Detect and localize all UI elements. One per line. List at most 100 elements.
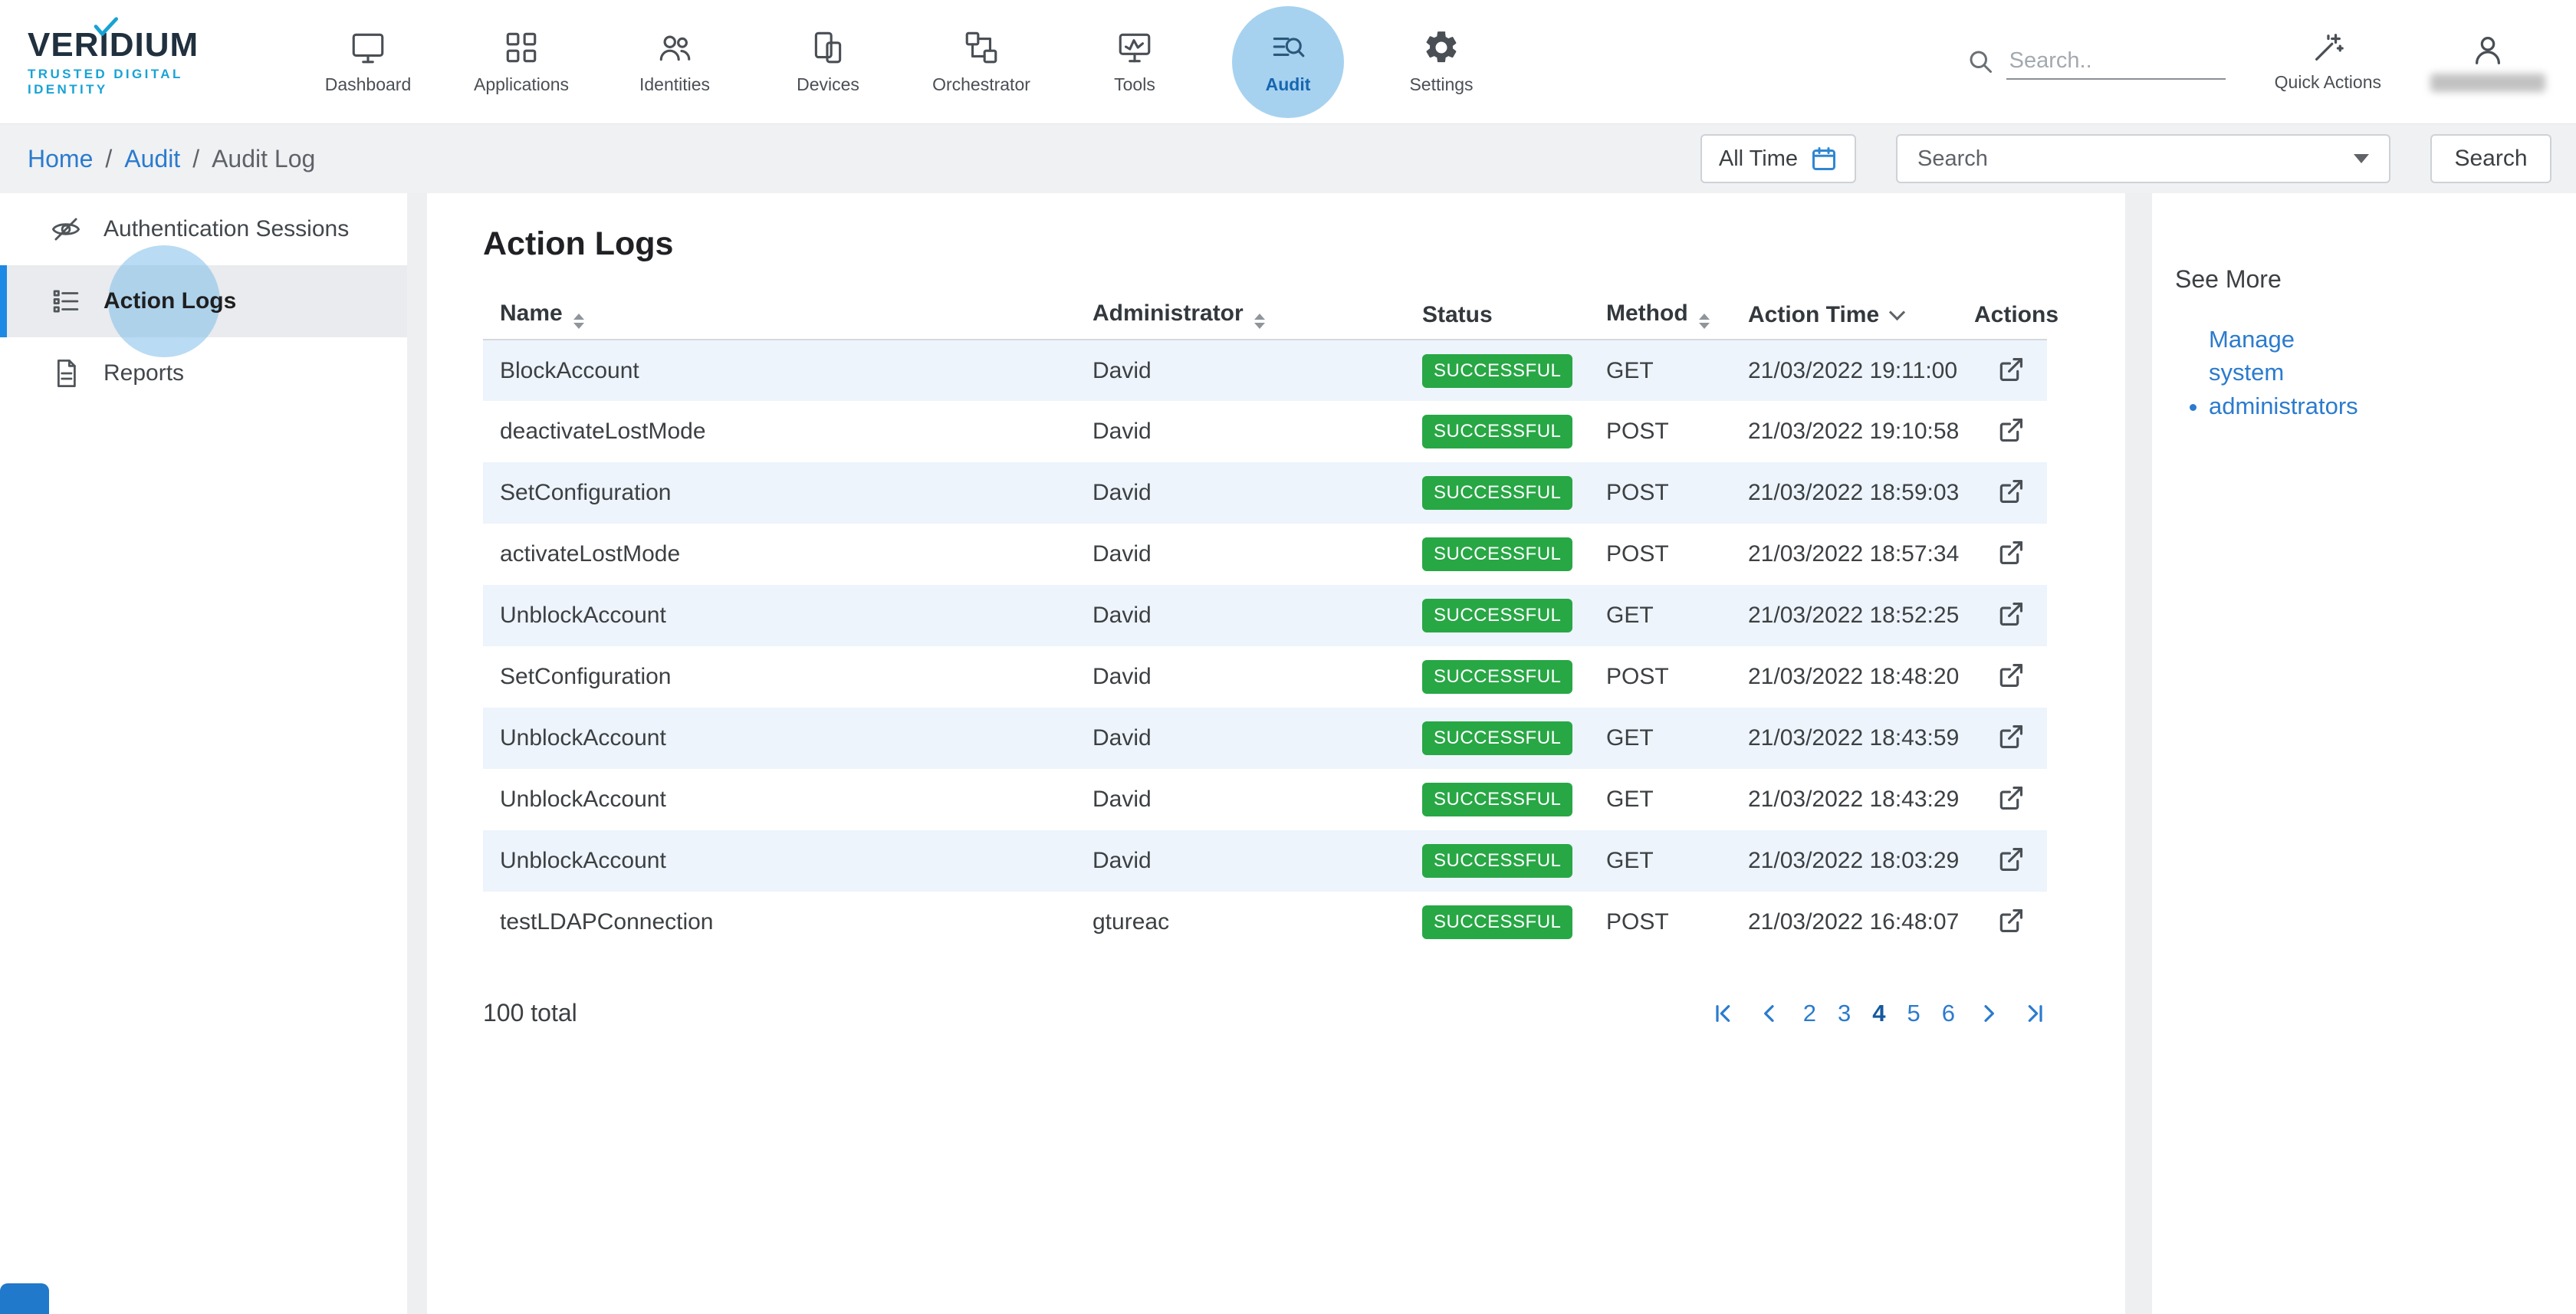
nav-item-dashboard[interactable]: Dashboard [291, 5, 445, 120]
search-icon [1967, 48, 1994, 75]
nav-item-audit[interactable]: Audit [1211, 5, 1365, 120]
nav-item-applications[interactable]: Applications [445, 5, 598, 120]
brand-name: VERIDIUM [28, 26, 258, 64]
status-badge: SUCCESSFUL [1422, 415, 1572, 448]
veridium-logo: VERIDIUM TRUSTED DIGITAL IDENTITY [28, 26, 258, 97]
breadcrumb-band: Home / Audit / Audit Log All Time Search… [0, 124, 2576, 193]
sort-icon [1254, 314, 1265, 329]
cell-name: activateLostMode [483, 524, 1092, 585]
cell-actions [1974, 646, 2047, 708]
user-profile[interactable] [2430, 32, 2545, 92]
nav-item-identities[interactable]: Identities [598, 5, 751, 120]
view-details-button[interactable] [1993, 535, 2029, 570]
nav-label: Tools [1114, 74, 1155, 95]
view-details-button[interactable] [1993, 412, 2029, 448]
quick-actions[interactable]: Quick Actions [2275, 31, 2381, 93]
next-page-button[interactable] [1976, 1001, 2001, 1026]
cell-actions [1974, 892, 2047, 953]
see-more-title: See More [2175, 265, 2576, 294]
view-details-button[interactable] [1993, 596, 2029, 632]
quick-actions-label: Quick Actions [2275, 72, 2381, 93]
column-header-status: Status [1422, 291, 1606, 340]
cell-administrator: David [1092, 462, 1422, 524]
column-header-method[interactable]: Method [1606, 291, 1748, 340]
calendar-icon [1810, 145, 1838, 172]
cell-status: SUCCESSFUL [1422, 769, 1606, 830]
table-row: UnblockAccount David SUCCESSFUL GET 21/0… [483, 708, 2047, 769]
sidebar-item-authentication-sessions[interactable]: Authentication Sessions [0, 193, 407, 265]
time-range-button[interactable]: All Time [1700, 134, 1856, 183]
cell-action-time: 21/03/2022 18:43:59 [1748, 708, 1974, 769]
nav-item-orchestrator[interactable]: Orchestrator [905, 5, 1058, 120]
dashboard-icon [349, 28, 387, 67]
action-logs-tbody: BlockAccount David SUCCESSFUL GET 21/03/… [483, 340, 2047, 953]
previous-page-button[interactable] [1757, 1001, 1782, 1026]
breadcrumb-separator: / [192, 145, 199, 173]
status-badge: SUCCESSFUL [1422, 354, 1572, 388]
brand-tagline: TRUSTED DIGITAL IDENTITY [28, 67, 258, 97]
cell-administrator: David [1092, 401, 1422, 462]
cell-administrator: gtureac [1092, 892, 1422, 953]
nav-item-tools[interactable]: Tools [1058, 5, 1211, 120]
cell-name: UnblockAccount [483, 830, 1092, 892]
top-bar: VERIDIUM TRUSTED DIGITAL IDENTITY Dashbo… [0, 0, 2576, 124]
search-filter-dropdown[interactable]: Search [1896, 134, 2390, 183]
cell-method: POST [1606, 401, 1748, 462]
sort-icon [573, 314, 584, 329]
cell-name: deactivateLostMode [483, 401, 1092, 462]
time-range-label: All Time [1719, 146, 1798, 172]
help-widget[interactable] [0, 1283, 49, 1314]
pagination-page-3[interactable]: 3 [1838, 1000, 1851, 1027]
pagination-page-2[interactable]: 2 [1803, 1000, 1816, 1027]
nav-item-settings[interactable]: Settings [1365, 5, 1518, 120]
column-header-name[interactable]: Name [483, 291, 1092, 340]
page-title: Action Logs [483, 225, 2125, 263]
devices-icon [809, 28, 847, 67]
status-badge: SUCCESSFUL [1422, 905, 1572, 939]
nav-item-devices[interactable]: Devices [751, 5, 905, 120]
magic-wand-icon [2310, 31, 2345, 66]
first-page-button[interactable] [1711, 1001, 1736, 1026]
pagination-page-5[interactable]: 5 [1907, 1000, 1921, 1027]
sidebar-item-action-logs[interactable]: Action Logs [0, 265, 407, 337]
view-details-button[interactable] [1993, 903, 2029, 938]
view-details-button[interactable] [1993, 719, 2029, 754]
column-header-administrator[interactable]: Administrator [1092, 291, 1422, 340]
view-details-button[interactable] [1993, 780, 2029, 816]
breadcrumb-home[interactable]: Home [28, 145, 93, 173]
cell-administrator: David [1092, 585, 1422, 646]
view-details-button[interactable] [1993, 658, 2029, 693]
last-page-button[interactable] [2022, 1001, 2047, 1026]
nav-label: Devices [797, 74, 859, 95]
table-header-row: Name Administrator Status Method Action … [483, 291, 2047, 340]
list-item: Manage system administrators [2209, 323, 2576, 422]
view-details-button[interactable] [1993, 352, 2029, 387]
breadcrumb-audit[interactable]: Audit [124, 145, 180, 173]
applications-icon [502, 28, 540, 67]
breadcrumb-current: Audit Log [212, 145, 315, 173]
cell-method: GET [1606, 708, 1748, 769]
nav-label: Audit [1266, 74, 1311, 95]
cell-name: UnblockAccount [483, 585, 1092, 646]
sidebar-item-label: Authentication Sessions [104, 216, 349, 242]
status-badge: SUCCESSFUL [1422, 599, 1572, 632]
column-label: Administrator [1092, 301, 1244, 326]
sidebar-item-reports[interactable]: Reports [0, 337, 407, 409]
cell-name: SetConfiguration [483, 646, 1092, 708]
pagination-page-6[interactable]: 6 [1942, 1000, 1955, 1027]
cell-action-time: 21/03/2022 18:43:29 [1748, 769, 1974, 830]
pagination-page-4[interactable]: 4 [1872, 1000, 1885, 1027]
cell-method: GET [1606, 769, 1748, 830]
cell-method: POST [1606, 892, 1748, 953]
view-details-button[interactable] [1993, 474, 2029, 509]
column-header-action-time[interactable]: Action Time [1748, 291, 1974, 340]
status-badge: SUCCESSFUL [1422, 660, 1572, 694]
global-search-input[interactable] [2006, 44, 2226, 80]
table-row: activateLostMode David SUCCESSFUL POST 2… [483, 524, 2047, 585]
view-details-button[interactable] [1993, 842, 2029, 877]
table-row: UnblockAccount David SUCCESSFUL GET 21/0… [483, 769, 2047, 830]
table-row: testLDAPConnection gtureac SUCCESSFUL PO… [483, 892, 2047, 953]
action-logs-table: Name Administrator Status Method Action … [483, 291, 2047, 953]
search-button[interactable]: Search [2430, 134, 2551, 183]
manage-system-administrators-link[interactable]: Manage system administrators [2209, 323, 2366, 422]
